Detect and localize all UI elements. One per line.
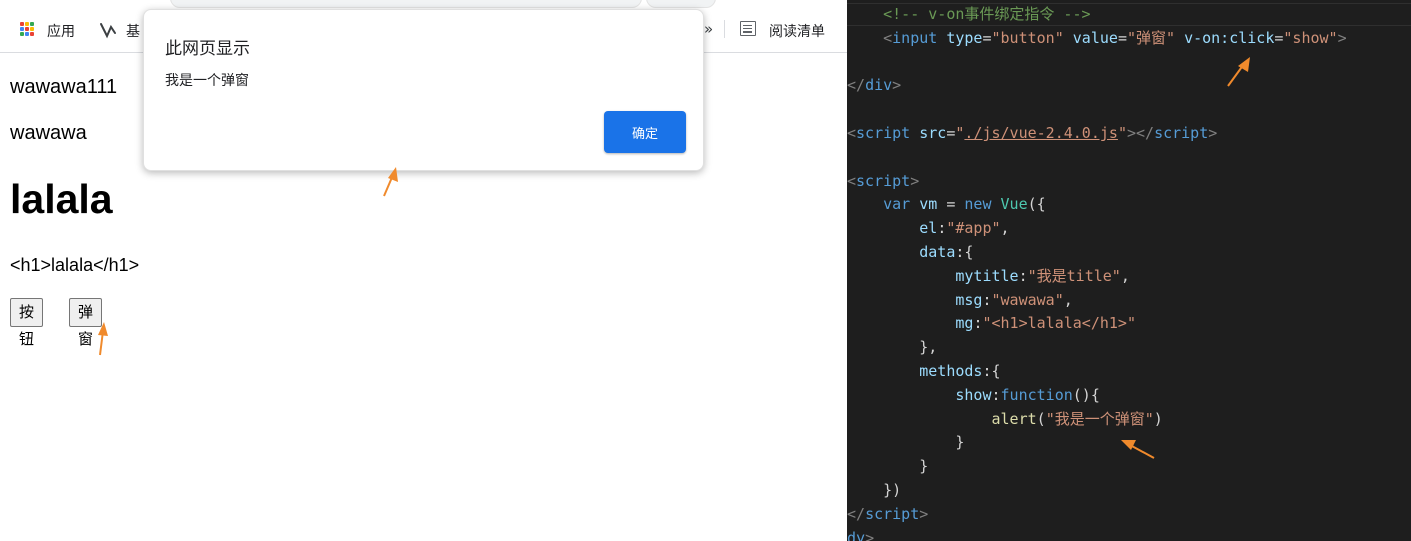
- annotation-arrows: [98, 57, 1250, 459]
- arrow-icon: [1227, 57, 1250, 87]
- arrow-icon: [383, 167, 398, 197]
- arrow-icon: [1121, 440, 1155, 459]
- arrow-icon: [98, 322, 108, 356]
